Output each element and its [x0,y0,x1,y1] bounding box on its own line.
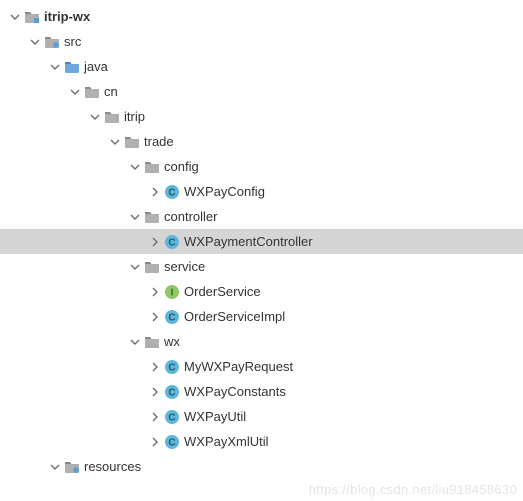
class-icon: C [164,409,180,425]
tree-label: MyWXPayRequest [184,354,293,379]
chevron-right-icon[interactable] [148,385,162,399]
chevron-right-icon[interactable] [148,285,162,299]
src-icon [64,459,80,475]
tree-row-wxpayxmlutil[interactable]: C WXPayXmlUtil [0,429,523,454]
tree-row-trade[interactable]: trade [0,129,523,154]
svg-text:C: C [168,187,175,198]
svg-text:C: C [168,437,175,448]
tree-row-wxpayconstants[interactable]: C WXPayConstants [0,379,523,404]
chevron-right-icon[interactable] [148,360,162,374]
svg-text:C: C [168,237,175,248]
tree-label: src [64,29,81,54]
tree-row-mywxpayrequest[interactable]: C MyWXPayRequest [0,354,523,379]
chevron-right-icon[interactable] [148,410,162,424]
tree-label: WXPaymentController [184,229,313,254]
folder-blue-icon [64,59,80,75]
watermark-text: https://blog.csdn.net/liu918458630 [309,482,517,497]
project-tree[interactable]: itrip-wxsrcjavacnitriptradeconfig C WXPayC… [0,0,523,479]
tree-label: config [164,154,199,179]
tree-label: resources [84,454,141,479]
chevron-right-icon[interactable] [148,185,162,199]
tree-row-wx[interactable]: wx [0,329,523,354]
tree-label: WXPayUtil [184,404,246,429]
folder-icon [144,259,160,275]
chevron-down-icon[interactable] [128,160,142,174]
class-icon: C [164,309,180,325]
class-icon: C [164,184,180,200]
chevron-right-icon[interactable] [148,235,162,249]
svg-text:C: C [168,362,175,373]
tree-row-service[interactable]: service [0,254,523,279]
chevron-down-icon[interactable] [28,35,42,49]
tree-row-src[interactable]: src [0,29,523,54]
tree-label: WXPayConfig [184,179,265,204]
svg-text:C: C [168,312,175,323]
tree-row-orderservice[interactable]: I OrderService [0,279,523,304]
tree-row-orderserviceimpl[interactable]: C OrderServiceImpl [0,304,523,329]
folder-icon [144,209,160,225]
chevron-down-icon[interactable] [108,135,122,149]
tree-label: controller [164,204,217,229]
tree-label: OrderService [184,279,261,304]
tree-row-wxpaymentcontroller[interactable]: C WXPaymentController [0,229,523,254]
chevron-down-icon[interactable] [128,210,142,224]
tree-label: WXPayConstants [184,379,286,404]
tree-label: wx [164,329,180,354]
class-icon: C [164,359,180,375]
tree-label: OrderServiceImpl [184,304,285,329]
chevron-down-icon[interactable] [128,260,142,274]
svg-text:C: C [168,387,175,398]
folder-icon [144,334,160,350]
interface-icon: I [164,284,180,300]
tree-label: itrip-wx [44,4,90,29]
tree-row-cn[interactable]: cn [0,79,523,104]
folder-icon [124,134,140,150]
tree-label: trade [144,129,174,154]
class-icon: C [164,384,180,400]
chevron-down-icon[interactable] [68,85,82,99]
chevron-down-icon[interactable] [88,110,102,124]
chevron-down-icon[interactable] [8,10,22,24]
tree-label: itrip [124,104,145,129]
class-icon: C [164,434,180,450]
svg-text:C: C [168,412,175,423]
tree-row-wxpayutil[interactable]: C WXPayUtil [0,404,523,429]
tree-row-wxpayconfig[interactable]: C WXPayConfig [0,179,523,204]
chevron-right-icon[interactable] [148,435,162,449]
folder-icon [104,109,120,125]
class-icon: C [164,234,180,250]
tree-label: java [84,54,108,79]
tree-row-itrip-wx[interactable]: itrip-wx [0,4,523,29]
tree-label: service [164,254,205,279]
tree-row-java[interactable]: java [0,54,523,79]
tree-row-controller[interactable]: controller [0,204,523,229]
folder-icon [144,159,160,175]
src-icon [44,34,60,50]
tree-row-resources[interactable]: resources [0,454,523,479]
svg-text:I: I [171,287,174,298]
module-icon [24,9,40,25]
folder-icon [84,84,100,100]
chevron-down-icon[interactable] [48,460,62,474]
tree-row-config[interactable]: config [0,154,523,179]
tree-row-itrip[interactable]: itrip [0,104,523,129]
tree-label: WXPayXmlUtil [184,429,269,454]
chevron-down-icon[interactable] [48,60,62,74]
chevron-down-icon[interactable] [128,335,142,349]
chevron-right-icon[interactable] [148,310,162,324]
tree-label: cn [104,79,118,104]
